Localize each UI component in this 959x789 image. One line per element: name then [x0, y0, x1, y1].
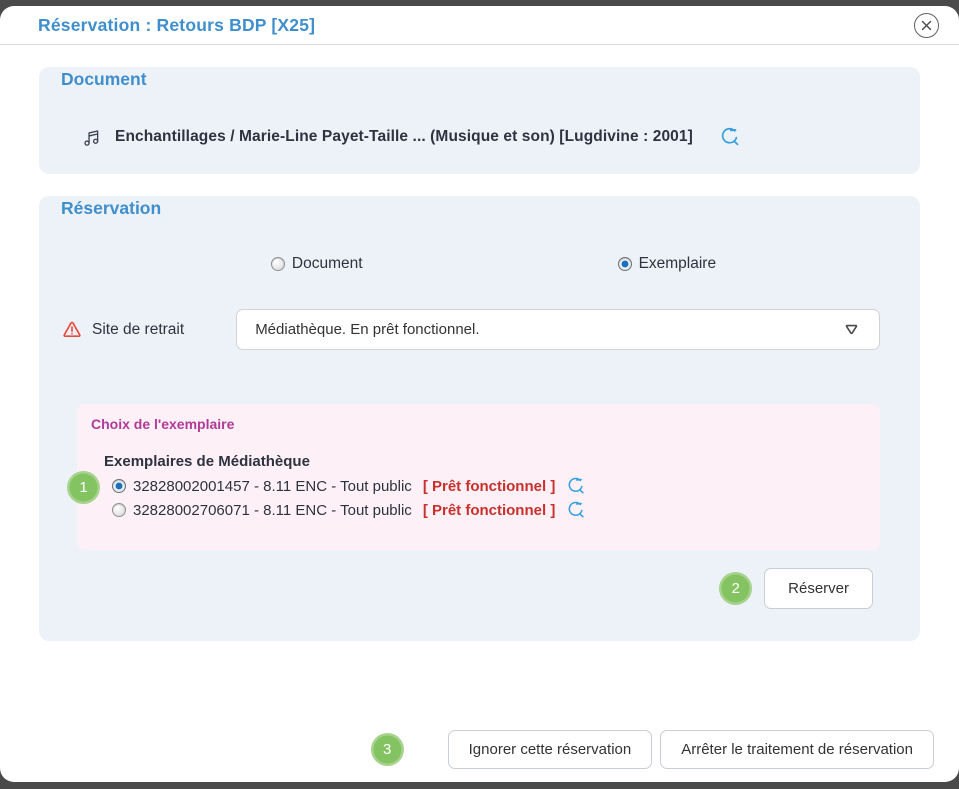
document-heading: Document	[61, 69, 147, 90]
exemplaire-radio[interactable]	[618, 257, 632, 271]
site-select-value: Médiathèque. En prêt fonctionnel.	[255, 321, 842, 338]
exemplaire-2-status: [ Prêt fonctionnel ]	[423, 502, 556, 519]
exemplaire-option-1[interactable]: 32828002001457 - 8.11 ENC - Tout public …	[112, 476, 866, 496]
reserver-button[interactable]: Réserver	[764, 568, 873, 609]
reservation-heading: Réservation	[61, 198, 161, 219]
document-title: Enchantillages / Marie-Line Payet-Taille…	[115, 128, 693, 146]
exemplaire-1-status: [ Prêt fonctionnel ]	[423, 478, 556, 495]
reservation-dialog: Réservation : Retours BDP [X25] Document	[0, 6, 959, 782]
site-de-retrait-label: Site de retrait	[92, 321, 184, 339]
search-refresh-icon[interactable]	[719, 126, 741, 148]
step-badge-3: 3	[371, 733, 404, 766]
document-radio[interactable]	[271, 257, 285, 271]
arreter-traitement-button[interactable]: Arrêter le traitement de réservation	[660, 730, 934, 769]
exemplaires-group-label: Exemplaires de Médiathèque	[104, 453, 866, 470]
step-badge-1: 1	[67, 471, 100, 504]
site-de-retrait-row: Site de retrait Médiathèque. En prêt fon…	[61, 309, 898, 350]
close-icon	[921, 20, 932, 31]
exemplaire-1-radio[interactable]	[112, 479, 126, 493]
dialog-content: Document Enchantillages / Marie-Line Pay…	[0, 45, 959, 730]
exemplaire-1-label: 32828002001457 - 8.11 ENC - Tout public	[133, 478, 412, 495]
document-radio-label: Document	[292, 255, 363, 273]
music-note-icon	[81, 127, 102, 148]
document-panel: Document Enchantillages / Marie-Line Pay…	[39, 67, 920, 174]
dialog-footer: 3 Ignorer cette réservation Arrêter le t…	[0, 730, 959, 782]
exemplaire-radio-label: Exemplaire	[639, 255, 717, 273]
ignorer-reservation-button[interactable]: Ignorer cette réservation	[448, 730, 653, 769]
reservation-type-row: Document Exemplaire	[75, 255, 912, 273]
search-refresh-icon[interactable]	[566, 476, 586, 496]
warning-triangle-icon	[61, 319, 83, 341]
exemplaire-2-radio[interactable]	[112, 503, 126, 517]
radio-option-exemplaire[interactable]: Exemplaire	[618, 255, 717, 273]
exemplaire-2-label: 32828002706071 - 8.11 ENC - Tout public	[133, 502, 412, 519]
search-refresh-icon[interactable]	[566, 500, 586, 520]
document-row: Enchantillages / Marie-Line Payet-Taille…	[81, 126, 898, 148]
choice-panel: 1 Choix de l'exemplaire Exemplaires de M…	[77, 404, 880, 550]
chevron-down-icon	[842, 320, 861, 339]
reservation-panel: Réservation Document Exemplaire	[39, 196, 920, 641]
dialog-header: Réservation : Retours BDP [X25]	[0, 6, 959, 45]
exemplaire-option-2[interactable]: 32828002706071 - 8.11 ENC - Tout public …	[112, 500, 866, 520]
reserve-row: 2 Réserver	[61, 568, 898, 609]
choice-heading: Choix de l'exemplaire	[91, 416, 866, 432]
close-button[interactable]	[914, 13, 939, 38]
dialog-title: Réservation : Retours BDP [X25]	[38, 15, 315, 36]
step-badge-2: 2	[719, 572, 752, 605]
site-de-retrait-select[interactable]: Médiathèque. En prêt fonctionnel.	[236, 309, 880, 350]
radio-option-document[interactable]: Document	[271, 255, 363, 273]
